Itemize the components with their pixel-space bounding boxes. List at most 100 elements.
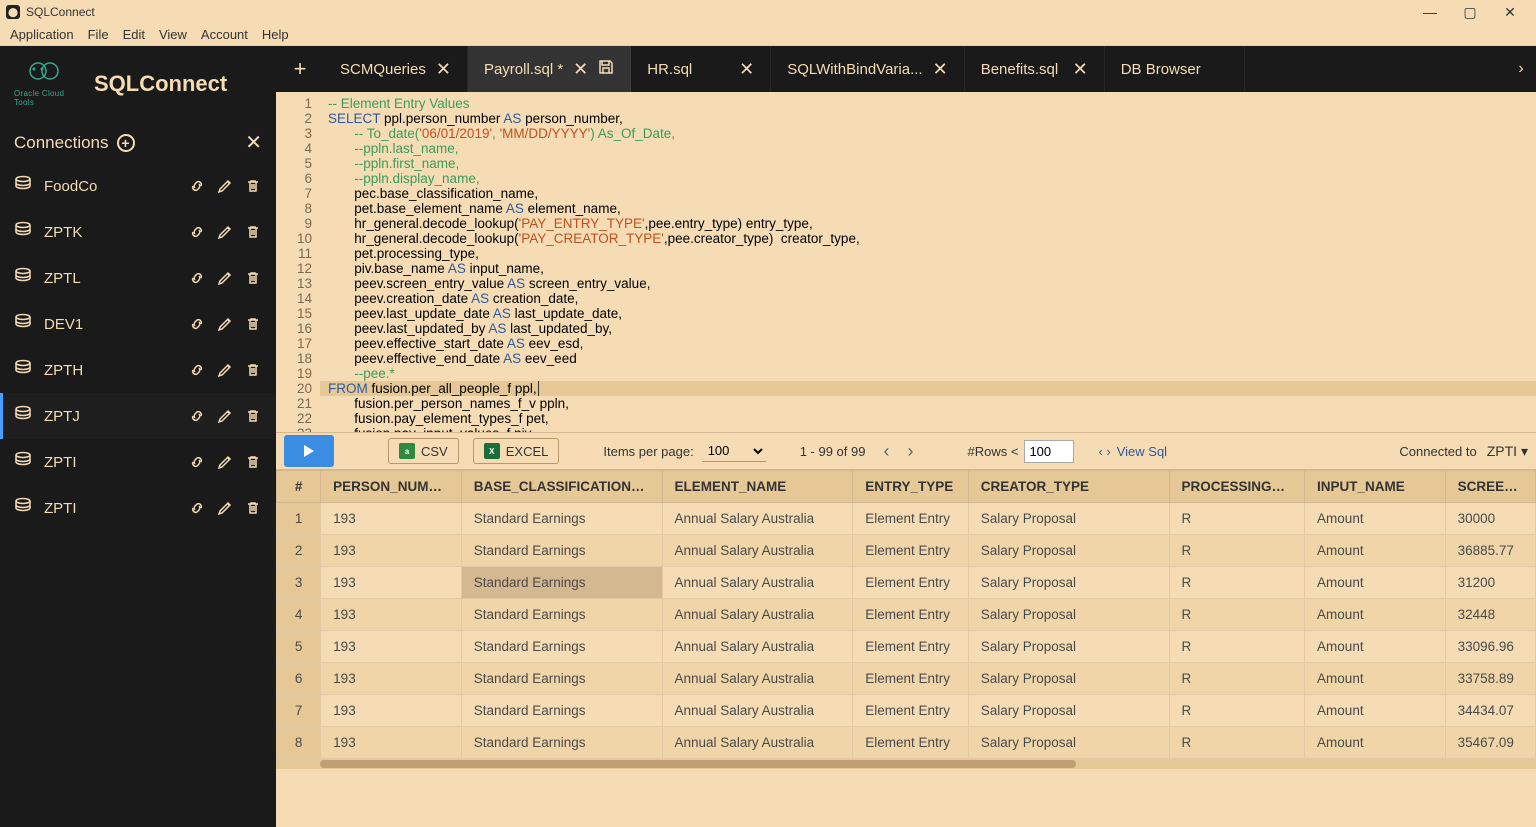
- menu-edit[interactable]: Edit: [123, 27, 145, 42]
- cell[interactable]: Annual Salary Australia: [662, 631, 853, 663]
- cell[interactable]: 31200: [1445, 567, 1535, 599]
- rows-limit-input[interactable]: [1024, 440, 1074, 463]
- cell[interactable]: Amount: [1305, 599, 1446, 631]
- close-tab-button[interactable]: ✕: [436, 59, 451, 80]
- connection-item[interactable]: DEV1: [0, 301, 276, 347]
- cell[interactable]: Amount: [1305, 727, 1446, 759]
- column-header[interactable]: INPUT_NAME: [1305, 471, 1446, 503]
- tab[interactable]: Benefits.sql✕: [965, 46, 1105, 92]
- cell[interactable]: Element Entry: [853, 503, 968, 535]
- connection-item[interactable]: ZPTH: [0, 347, 276, 393]
- export-csv-button[interactable]: a CSV: [388, 438, 459, 464]
- table-row[interactable]: 6193Standard EarningsAnnual Salary Austr…: [277, 663, 1536, 695]
- table-row[interactable]: 7193Standard EarningsAnnual Salary Austr…: [277, 695, 1536, 727]
- cell[interactable]: 193: [321, 727, 462, 759]
- cell[interactable]: R: [1169, 663, 1305, 695]
- results-grid[interactable]: #PERSON_NUMBERBASE_CLASSIFICATION_NAMEEL…: [276, 470, 1536, 827]
- cell[interactable]: Salary Proposal: [968, 567, 1169, 599]
- cell[interactable]: R: [1169, 631, 1305, 663]
- cell[interactable]: Amount: [1305, 695, 1446, 727]
- link-icon[interactable]: [188, 362, 206, 378]
- column-header[interactable]: CREATOR_TYPE: [968, 471, 1169, 503]
- cell[interactable]: 6: [277, 663, 321, 695]
- cell[interactable]: Standard Earnings: [461, 567, 662, 599]
- cell[interactable]: Standard Earnings: [461, 695, 662, 727]
- menu-help[interactable]: Help: [262, 27, 289, 42]
- link-icon[interactable]: [188, 500, 206, 516]
- delete-icon[interactable]: [244, 454, 262, 470]
- save-icon[interactable]: [598, 59, 614, 79]
- cell[interactable]: Element Entry: [853, 567, 968, 599]
- cell[interactable]: Annual Salary Australia: [662, 535, 853, 567]
- table-row[interactable]: 5193Standard EarningsAnnual Salary Austr…: [277, 631, 1536, 663]
- cell[interactable]: Element Entry: [853, 535, 968, 567]
- cell[interactable]: 193: [321, 663, 462, 695]
- cell[interactable]: 193: [321, 695, 462, 727]
- cell[interactable]: Salary Proposal: [968, 599, 1169, 631]
- cell[interactable]: 33758.89: [1445, 663, 1535, 695]
- cell[interactable]: Amount: [1305, 631, 1446, 663]
- cell[interactable]: Salary Proposal: [968, 727, 1169, 759]
- cell[interactable]: Standard Earnings: [461, 503, 662, 535]
- link-icon[interactable]: [188, 316, 206, 332]
- tab[interactable]: SCMQueries✕: [324, 46, 468, 92]
- delete-icon[interactable]: [244, 224, 262, 240]
- menu-account[interactable]: Account: [201, 27, 248, 42]
- add-connection-button[interactable]: +: [117, 134, 135, 152]
- edit-icon[interactable]: [216, 454, 234, 470]
- connection-item[interactable]: FoodCo: [0, 163, 276, 209]
- connection-item[interactable]: ZPTI: [0, 439, 276, 485]
- cell[interactable]: Annual Salary Australia: [662, 727, 853, 759]
- cell[interactable]: Element Entry: [853, 663, 968, 695]
- menu-view[interactable]: View: [159, 27, 187, 42]
- close-tab-button[interactable]: ✕: [1073, 59, 1088, 80]
- prev-page-button[interactable]: ‹: [883, 441, 889, 462]
- cell[interactable]: Element Entry: [853, 599, 968, 631]
- cell[interactable]: Amount: [1305, 535, 1446, 567]
- cell[interactable]: R: [1169, 567, 1305, 599]
- cell[interactable]: 32448: [1445, 599, 1535, 631]
- cell[interactable]: Amount: [1305, 503, 1446, 535]
- delete-icon[interactable]: [244, 500, 262, 516]
- column-header[interactable]: ENTRY_TYPE: [853, 471, 968, 503]
- cell[interactable]: R: [1169, 503, 1305, 535]
- cell[interactable]: 193: [321, 599, 462, 631]
- cell[interactable]: 7: [277, 695, 321, 727]
- cell[interactable]: Standard Earnings: [461, 663, 662, 695]
- cell[interactable]: Salary Proposal: [968, 695, 1169, 727]
- cell[interactable]: Salary Proposal: [968, 535, 1169, 567]
- cell[interactable]: 3: [277, 567, 321, 599]
- link-icon[interactable]: [188, 270, 206, 286]
- cell[interactable]: Standard Earnings: [461, 727, 662, 759]
- table-row[interactable]: 4193Standard EarningsAnnual Salary Austr…: [277, 599, 1536, 631]
- edit-icon[interactable]: [216, 224, 234, 240]
- cell[interactable]: Annual Salary Australia: [662, 599, 853, 631]
- connection-item[interactable]: ZPTL: [0, 255, 276, 301]
- cell[interactable]: 8: [277, 727, 321, 759]
- edit-icon[interactable]: [216, 178, 234, 194]
- column-header[interactable]: BASE_CLASSIFICATION_NAME: [461, 471, 662, 503]
- connection-select[interactable]: ZPTI ▾: [1487, 443, 1528, 460]
- column-header[interactable]: PERSON_NUMBER: [321, 471, 462, 503]
- cell[interactable]: 36885.77: [1445, 535, 1535, 567]
- delete-icon[interactable]: [244, 270, 262, 286]
- connection-item[interactable]: ZPTI: [0, 485, 276, 531]
- sql-editor[interactable]: 1234567891011121314151617181920212223 --…: [276, 92, 1536, 432]
- cell[interactable]: R: [1169, 695, 1305, 727]
- cell[interactable]: R: [1169, 599, 1305, 631]
- run-query-button[interactable]: [284, 435, 334, 467]
- cell[interactable]: Annual Salary Australia: [662, 663, 853, 695]
- menu-file[interactable]: File: [88, 27, 109, 42]
- table-row[interactable]: 8193Standard EarningsAnnual Salary Austr…: [277, 727, 1536, 759]
- column-header[interactable]: PROCESSING_TYPE: [1169, 471, 1305, 503]
- cell[interactable]: 35467.09: [1445, 727, 1535, 759]
- delete-icon[interactable]: [244, 362, 262, 378]
- menu-application[interactable]: Application: [10, 27, 74, 42]
- cell[interactable]: Annual Salary Australia: [662, 695, 853, 727]
- cell[interactable]: 4: [277, 599, 321, 631]
- table-row[interactable]: 1193Standard EarningsAnnual Salary Austr…: [277, 503, 1536, 535]
- cell[interactable]: 193: [321, 631, 462, 663]
- cell[interactable]: Salary Proposal: [968, 663, 1169, 695]
- cell[interactable]: Salary Proposal: [968, 631, 1169, 663]
- edit-icon[interactable]: [216, 316, 234, 332]
